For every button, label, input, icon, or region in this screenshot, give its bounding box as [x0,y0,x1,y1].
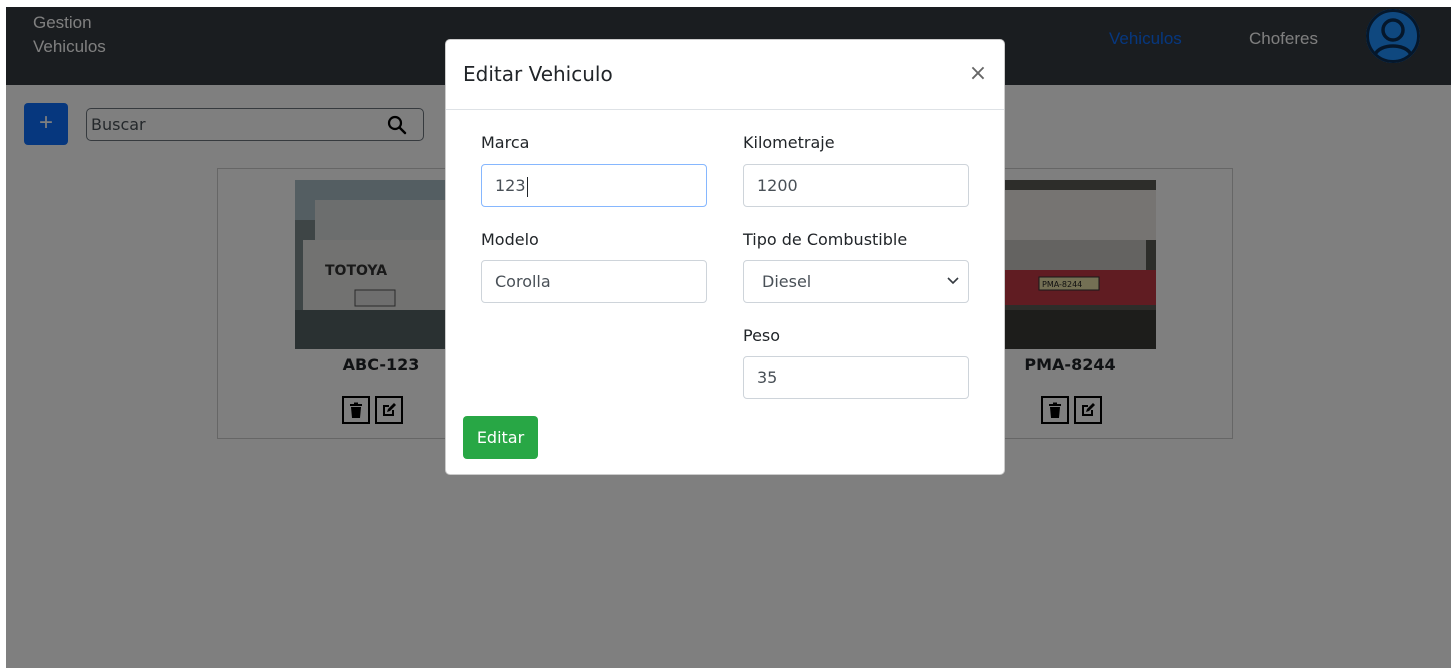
peso-value: 35 [757,368,778,387]
marca-input[interactable]: 123 [481,164,707,207]
marca-label: Marca [481,133,530,152]
app-window: Gestion Vehiculos Vehiculos Choferes + [6,7,1451,668]
combustible-label: Tipo de Combustible [743,230,908,249]
combustible-select[interactable]: Diesel [743,260,969,303]
modelo-input[interactable]: Corolla [481,260,707,303]
peso-label: Peso [743,326,781,345]
chevron-down-icon [947,277,959,285]
modelo-value: Corolla [495,272,551,291]
kilometraje-value: 1200 [757,176,798,195]
modal-title: Editar Vehiculo [463,62,613,86]
peso-input[interactable]: 35 [743,356,969,399]
text-cursor [526,176,528,197]
modal-header: Editar Vehiculo × [446,40,1004,110]
kilometraje-input[interactable]: 1200 [743,164,969,207]
modelo-label: Modelo [481,230,539,249]
edit-vehicle-modal: Editar Vehiculo × Marca 123 Kilometraje … [445,39,1005,475]
kilometraje-label: Kilometraje [743,133,835,152]
marca-value: 123 [495,176,526,195]
close-icon[interactable]: × [968,62,988,86]
submit-edit-button[interactable]: Editar [463,416,538,459]
combustible-value: Diesel [762,272,812,291]
